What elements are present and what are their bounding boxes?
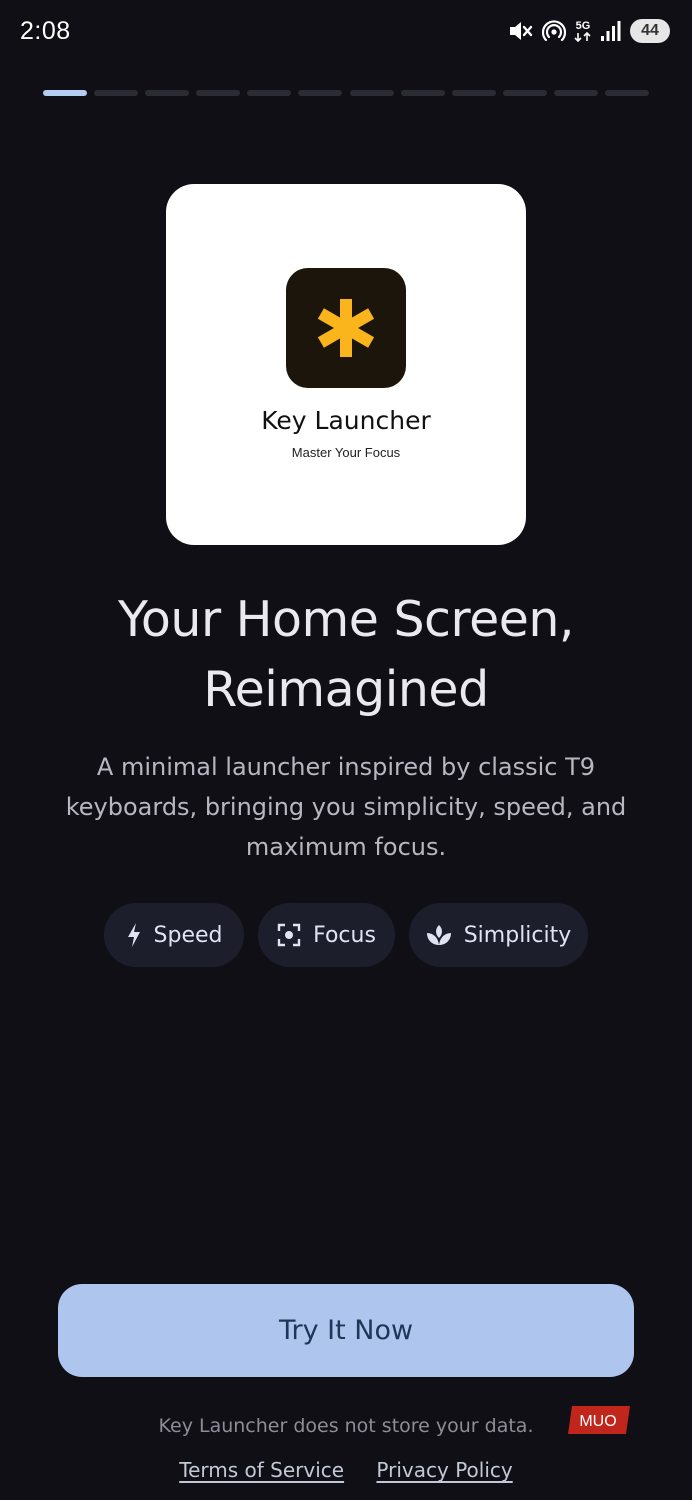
progress-step — [145, 90, 190, 96]
subtitle: A minimal launcher inspired by classic T… — [65, 753, 627, 861]
chip-speed: Speed — [104, 903, 244, 967]
status-time: 2:08 — [20, 17, 71, 45]
page-title: Your Home Screen, Reimagined — [40, 585, 652, 725]
brand-name: Key Launcher — [261, 406, 431, 435]
chip-label: Speed — [153, 922, 223, 948]
focus-target-icon — [277, 923, 301, 947]
mute-icon — [508, 19, 534, 43]
spa-icon — [426, 925, 451, 945]
chip-label: Simplicity — [463, 922, 572, 948]
chip-label: Focus — [313, 922, 376, 948]
progress-step — [94, 90, 139, 96]
progress-step — [196, 90, 241, 96]
app-logo — [286, 268, 406, 388]
title-line-1: Your Home Screen, — [118, 591, 575, 648]
watermark-text: MUO — [579, 1413, 616, 1430]
chip-simplicity: Simplicity — [409, 903, 588, 967]
asterisk-icon — [317, 299, 375, 357]
status-bar: 2:08 5G 44 — [0, 0, 692, 66]
progress-step — [502, 90, 547, 96]
network-5g-icon: 5G — [574, 19, 592, 42]
try-it-now-button[interactable]: Try It Now — [58, 1284, 634, 1377]
feature-chips: Speed Focus Simplicity — [0, 903, 692, 967]
progress-step — [43, 90, 88, 96]
title-line-2: Reimagined — [203, 661, 489, 718]
progress-step — [247, 90, 292, 96]
progress-step — [553, 90, 598, 96]
progress-step — [400, 90, 445, 96]
progress-step — [604, 90, 649, 96]
onboarding-progress — [43, 90, 649, 96]
progress-step — [451, 90, 496, 96]
privacy-policy-link[interactable]: Privacy Policy — [376, 1458, 512, 1482]
battery-icon: 44 — [630, 19, 670, 43]
muo-watermark: MUO — [566, 1404, 632, 1436]
progress-step — [298, 90, 343, 96]
lightning-icon — [127, 923, 140, 947]
brand-tagline: Master Your Focus — [291, 445, 401, 460]
terms-of-service-link[interactable]: Terms of Service — [179, 1458, 344, 1482]
chip-focus: Focus — [258, 903, 395, 967]
progress-step — [349, 90, 394, 96]
legal-links: Terms of Service Privacy Policy — [0, 1458, 692, 1482]
signal-icon — [600, 20, 622, 42]
status-icons: 5G 44 — [508, 19, 670, 43]
logo-card: Key Launcher Master Your Focus — [166, 184, 526, 545]
network-label: 5G — [575, 19, 591, 32]
hotspot-icon — [542, 19, 566, 43]
